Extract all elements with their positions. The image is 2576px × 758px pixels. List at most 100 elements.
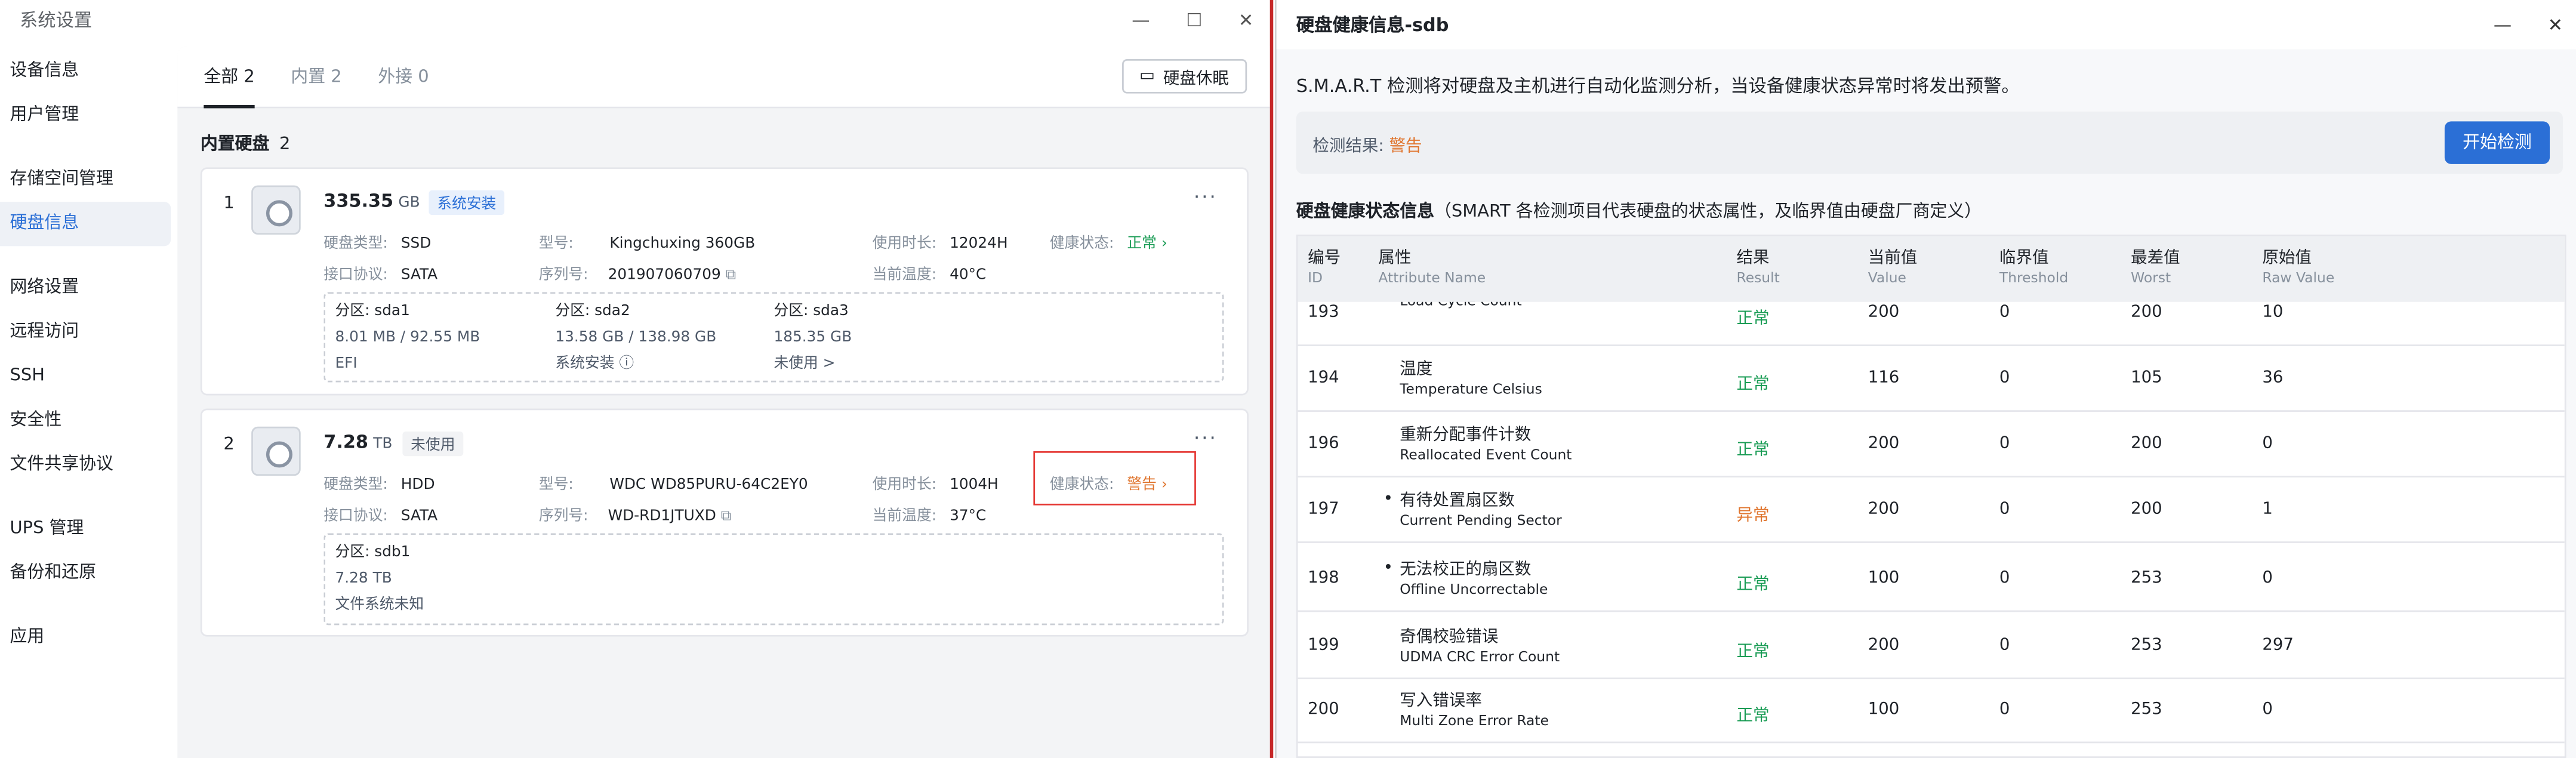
partition-name: 分区: sda1 — [335, 303, 410, 321]
sidebar-item-disk-info[interactable]: 硬盘信息 — [0, 202, 171, 246]
cell-value: 200 — [1868, 500, 1900, 519]
attribute-zh: 重新分配事件计数 — [1400, 426, 1532, 445]
smart-table: 编号 ID 属性 Attribute Name 结果 Result 当前值 Value … — [1296, 235, 2566, 758]
col-value: 当前值 Value — [1868, 248, 1918, 290]
cell-result: 正常 — [1736, 575, 1770, 594]
more-options-icon[interactable]: ··· — [1194, 427, 1218, 449]
disk-temp: 当前温度: 37°C — [873, 504, 987, 525]
close-icon[interactable]: ✕ — [1238, 9, 1253, 30]
chevron-right-icon: › — [1157, 236, 1167, 253]
col-result: 结果 Result — [1736, 248, 1779, 290]
sidebar-item-backup[interactable]: 备份和还原 — [0, 551, 171, 596]
start-detection-button[interactable]: 开始检测 — [2444, 121, 2550, 164]
dialog-title: 硬盘健康信息-sdb — [1296, 14, 1449, 36]
more-options-icon[interactable]: ··· — [1194, 186, 1218, 208]
model-value: Kingchuxing 360GB — [609, 236, 756, 253]
attribute-zh: 无法校正的扇区数 — [1400, 561, 1532, 580]
disk-model: 型号: Kingchuxing 360GB — [539, 232, 756, 253]
disk-sleep-button[interactable]: ▭ 硬盘休眠 — [1121, 58, 1247, 94]
health-value: 正常 — [1127, 236, 1157, 253]
disk-capacity: 335.35 GB — [323, 190, 420, 212]
disk-hours: 使用时长: 1004H — [873, 473, 999, 494]
sidebar-item-ssh[interactable]: SSH — [0, 355, 171, 399]
info-icon[interactable]: ⓘ — [619, 356, 634, 372]
copy-icon[interactable]: ⧉ — [721, 509, 732, 525]
disk-type-value: HDD — [400, 477, 435, 494]
unused-partition-link[interactable]: 未使用 > — [774, 351, 852, 377]
cell-id: 194 — [1308, 369, 1339, 387]
disk-type: 硬盘类型: HDD — [323, 473, 435, 494]
partition-name: 分区: sda3 — [774, 303, 849, 321]
close-icon[interactable]: ✕ — [2548, 14, 2563, 35]
cell-result: 正常 — [1736, 441, 1770, 460]
temp-label: 当前温度: — [872, 267, 937, 284]
hdd-icon — [251, 426, 301, 476]
detection-result-panel: 检测结果: 警告 开始检测 — [1296, 111, 2563, 174]
col-sublabel: Result — [1736, 270, 1780, 288]
cell-worst: 253 — [2131, 636, 2162, 655]
partition-sda3: 分区: sda3 185.35 GB 未使用 > — [774, 298, 852, 377]
sidebar-item-network[interactable]: 网络设置 — [0, 266, 171, 310]
tab-external[interactable]: 外接 0 — [378, 45, 429, 107]
cell-threshold: 0 — [1999, 369, 2010, 387]
disk-serial: 序列号: WD-RD1JTUXD ⧉ — [539, 504, 732, 525]
capacity-value: 335.35 — [323, 190, 394, 212]
iface-label: 接口协议: — [323, 267, 388, 284]
sidebar-item-remote-access[interactable]: 远程访问 — [0, 310, 171, 355]
sidebar-item-apps[interactable]: 应用 — [0, 615, 171, 660]
cell-raw: 10 — [2262, 303, 2284, 322]
tab-internal[interactable]: 内置 2 — [291, 45, 341, 107]
health-label: 健康状态: — [1049, 236, 1114, 253]
cell-result: 正常 — [1736, 375, 1770, 394]
cell-worst: 105 — [2131, 369, 2162, 387]
hours-label: 使用时长: — [872, 236, 937, 253]
col-attribute: 属性 Attribute Name — [1378, 248, 1486, 290]
maximize-icon[interactable]: ☐ — [1186, 9, 1202, 30]
col-sublabel: Threshold — [1999, 270, 2069, 288]
disk-type: 硬盘类型: SSD — [323, 232, 431, 253]
cell-id: 198 — [1308, 569, 1339, 588]
section-title: 内置硬盘 2 — [201, 131, 291, 156]
attribute-en: UDMA CRC Error Count — [1400, 649, 1560, 667]
cell-id: 199 — [1308, 636, 1339, 655]
cell-threshold: 0 — [1999, 435, 2010, 453]
cell-threshold: 0 — [1999, 303, 2010, 322]
col-threshold: 临界值 Threshold — [1999, 248, 2068, 290]
partition-usage: 7.28 TB — [335, 571, 392, 588]
partition-sdb1: 分区: sdb1 7.28 TB 文件系统未知 — [335, 540, 424, 618]
sidebar-item-storage[interactable]: 存储空间管理 — [0, 158, 171, 202]
cell-id: 196 — [1308, 435, 1339, 453]
table-header: 编号 ID 属性 Attribute Name 结果 Result 当前值 Value … — [1298, 236, 2565, 302]
info-subtitle: （SMART 各检测项目代表硬盘的状态属性，及临界值由硬盘厂商定义） — [1434, 202, 1982, 222]
partition-list: 分区: sdb1 7.28 TB 文件系统未知 — [323, 533, 1224, 625]
serial-value: 201907060709 — [608, 267, 721, 284]
cell-raw: 0 — [2262, 700, 2273, 719]
sidebar-item-users[interactable]: 用户管理 — [0, 94, 171, 138]
sidebar-item-ups[interactable]: UPS 管理 — [0, 507, 171, 551]
cell-raw: 1 — [2262, 500, 2273, 519]
col-worst: 最差值 Worst — [2131, 248, 2180, 290]
sidebar-item-device-info[interactable]: 设备信息 — [0, 49, 171, 93]
sidebar-item-file-sharing[interactable]: 文件共享协议 — [0, 443, 171, 487]
tab-all[interactable]: 全部 2 — [204, 45, 255, 108]
detection-result: 检测结果: 警告 — [1312, 131, 1422, 156]
sidebar: 设备信息 用户管理 存储空间管理 硬盘信息 网络设置 远程访问 SSH 安全性 … — [0, 49, 171, 660]
model-label: 型号: — [538, 477, 574, 494]
health-status-link[interactable]: 健康状态: 正常 › — [1049, 232, 1167, 253]
cell-result: 异常 — [1736, 507, 1770, 525]
ssd-icon — [251, 185, 301, 235]
col-sublabel: Worst — [2131, 270, 2171, 288]
minimize-icon[interactable]: — — [1132, 9, 1150, 30]
cell-result: 正常 — [1736, 643, 1770, 661]
cell-id: 197 — [1308, 500, 1339, 519]
sidebar-item-security[interactable]: 安全性 — [0, 399, 171, 443]
disk-model: 型号: WDC WD85PURU-64C2EY0 — [539, 473, 808, 494]
cell-raw: 0 — [2262, 569, 2273, 588]
window-title: 系统设置 — [20, 10, 93, 32]
minimize-icon[interactable]: — — [2494, 14, 2512, 35]
partition-list: 分区: sda1 8.01 MB / 92.55 MB EFI 分区: sda2… — [323, 292, 1224, 383]
copy-icon[interactable]: ⧉ — [726, 267, 737, 284]
table-row: 197 • 有待处置扇区数 Current Pending Sector 异常 200 0 2… — [1298, 476, 2565, 543]
disk-type-label: 硬盘类型: — [323, 236, 388, 253]
attribute-zh: 写入错误率 — [1400, 692, 1482, 711]
